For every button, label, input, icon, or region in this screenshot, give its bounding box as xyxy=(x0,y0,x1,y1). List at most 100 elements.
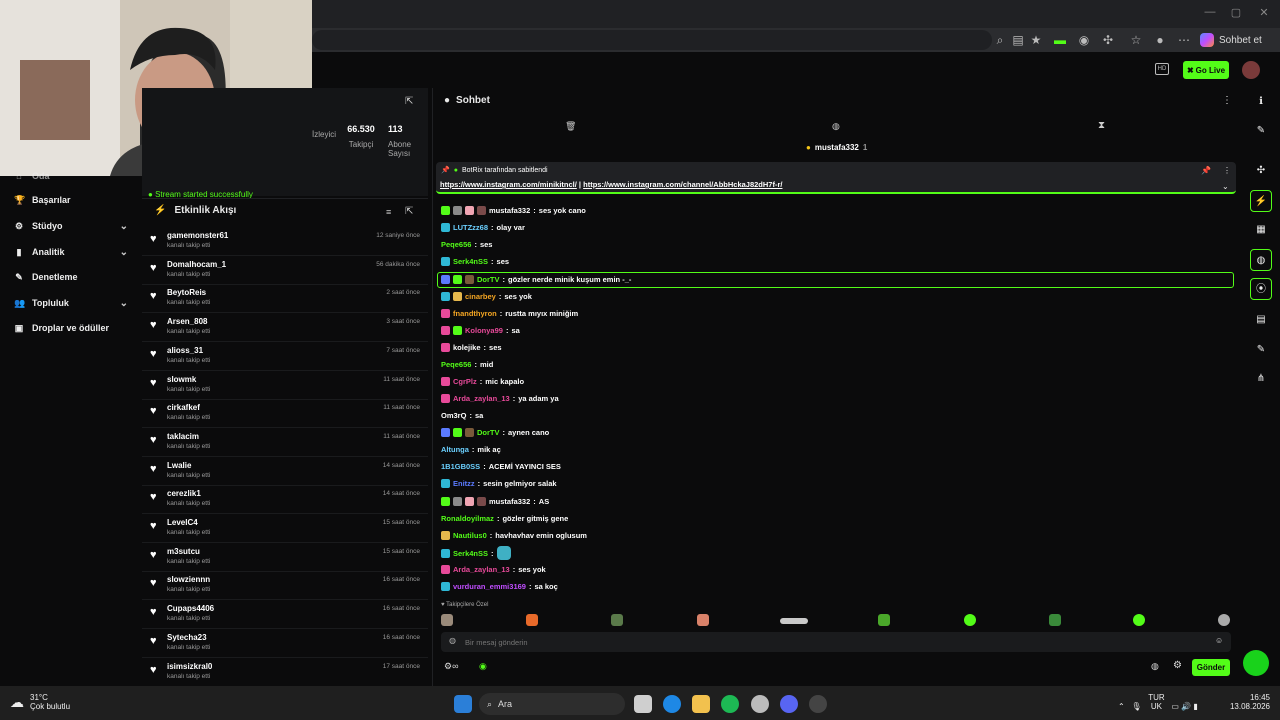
pin-icon[interactable]: 📌 xyxy=(1201,166,1211,175)
sidebar-item-achievements[interactable]: 🏆 Başarılar xyxy=(14,190,134,210)
wrench-icon[interactable]: ✎ xyxy=(1250,339,1272,361)
bolt-icon[interactable]: ⚡ xyxy=(1250,190,1272,212)
windows-start-icon[interactable] xyxy=(454,695,472,713)
chat-username[interactable]: Altunga xyxy=(441,445,469,454)
chat-message[interactable]: Serk4nSS: xyxy=(441,546,511,560)
pencil-icon[interactable]: ✎ xyxy=(1250,120,1272,142)
crosshair-icon[interactable]: ✣ xyxy=(1250,160,1272,182)
extensions-icon[interactable]: ✣ xyxy=(1100,32,1116,48)
chat-message[interactable]: Ronaldoyilmaz: gözler gitmiş gene xyxy=(441,511,568,525)
chat-username[interactable]: mustafa332 xyxy=(489,497,530,506)
note-icon[interactable]: ▦ xyxy=(1250,219,1272,241)
chat-message[interactable]: Serk4nSS: ses xyxy=(441,254,509,268)
chat-message[interactable]: mustafa332: ses yok cano xyxy=(441,203,586,217)
language-indicator[interactable]: TUR UK xyxy=(1148,693,1164,711)
chat-username[interactable]: DorTV xyxy=(477,428,500,437)
list-item[interactable]: ♥ gamemonster61 kanalı takip etti 12 saniye… xyxy=(142,227,428,256)
discord-icon[interactable] xyxy=(780,695,798,713)
list-item[interactable]: ♥ m3sutcu kanalı takip etti 15 saat önce xyxy=(142,543,428,572)
list-item[interactable]: ♥ slowziennn kanalı takip etti 16 saat önce xyxy=(142,571,428,601)
info-icon[interactable]: ℹ xyxy=(1250,91,1272,113)
list-item[interactable]: ♥ isimsizkral0 kanalı takip etti 17 saat ön… xyxy=(142,658,428,687)
chat-message[interactable]: Enitzz: sesin gelmiyor salak xyxy=(441,476,557,490)
share-icon[interactable]: ⋔ xyxy=(1250,368,1272,390)
pinned-link[interactable]: https://www.instagram.com/minikitncl/ xyxy=(440,180,577,189)
spotify-icon[interactable] xyxy=(721,695,739,713)
chat-username[interactable]: Serk4nSS xyxy=(453,549,488,558)
list-item[interactable]: ♥ Domalhocam_1 kanalı takip etti 56 dakika … xyxy=(142,256,428,285)
task-view-icon[interactable] xyxy=(634,695,652,713)
chat-message[interactable]: mustafa332: AS xyxy=(441,494,549,508)
more-icon[interactable]: ⋯ xyxy=(1176,32,1192,48)
emote[interactable] xyxy=(780,618,808,624)
emote[interactable] xyxy=(964,614,976,626)
sidebar-item-analytics[interactable]: ▮ Analitik ⌄ xyxy=(14,242,134,262)
minimize-icon[interactable]: — xyxy=(1200,6,1220,22)
broadcast-icon[interactable]: ⦿ xyxy=(1250,278,1272,300)
chat-bubble-icon[interactable]: ◍ xyxy=(1250,249,1272,271)
chat-username[interactable]: CgrPlz xyxy=(453,377,477,386)
star-icon[interactable]: ★ xyxy=(1028,32,1044,48)
chat-bubble-icon[interactable]: ◍ xyxy=(1151,661,1159,672)
list-item[interactable]: ♥ Arsen_808 kanalı takip etti 3 saat önce xyxy=(142,313,428,343)
copilot-button[interactable]: Sohbet et xyxy=(1200,31,1262,49)
gear-icon[interactable]: ⚙ xyxy=(1173,660,1182,671)
chat-username[interactable]: DorTV xyxy=(477,275,500,284)
kick-icon[interactable]: ◉ xyxy=(479,661,487,672)
chat-message[interactable]: Om3rQ: sa xyxy=(441,408,483,422)
chat-username[interactable]: mustafa332 xyxy=(489,206,530,215)
list-item[interactable]: ♥ alioss_31 kanalı takip etti 7 saat önce xyxy=(142,342,428,371)
extension-icon[interactable]: ▬ xyxy=(1052,32,1068,48)
avatar[interactable] xyxy=(1242,61,1260,79)
chat-username[interactable]: Om3rQ xyxy=(441,411,466,420)
settings-icon[interactable]: ⚙∞ xyxy=(444,661,458,672)
chat-message-input[interactable] xyxy=(465,635,1205,649)
chat-message[interactable]: CgrPlz: mic kapalo xyxy=(441,374,524,388)
filter-icon[interactable]: ≡ xyxy=(386,207,391,217)
emote[interactable] xyxy=(878,614,890,626)
hourglass-icon[interactable]: ⧗ xyxy=(1098,120,1105,131)
popout-icon[interactable]: ⇱ xyxy=(405,206,413,217)
chat-message[interactable]: fnandthyron: rustta mıyıx miniğim xyxy=(441,306,578,320)
clock[interactable]: 16:45 13.08.2026 xyxy=(1226,693,1270,711)
hd-icon[interactable]: HD xyxy=(1155,63,1169,75)
sidebar-item-studio[interactable]: ⚙ Stüdyo ⌄ xyxy=(14,216,134,236)
chat-username[interactable]: vurduran_emmi3169 xyxy=(453,582,526,591)
chat-username[interactable]: Nautilus0 xyxy=(453,531,487,540)
chat-bubble-icon[interactable]: ◍ xyxy=(832,121,840,132)
chat-message[interactable]: Arda_zaylan_13: ses yok xyxy=(441,562,546,576)
chat-username[interactable]: Serk4nSS xyxy=(453,257,488,266)
edge-icon[interactable] xyxy=(663,695,681,713)
chat-username[interactable]: Peqe656 xyxy=(441,360,471,369)
list-item[interactable]: ♥ LevelC4 kanalı takip etti 15 saat önce xyxy=(142,514,428,543)
close-icon[interactable]: ✕ xyxy=(1254,6,1274,22)
users-icon[interactable]: ▤ xyxy=(1250,309,1272,331)
sidebar-item-drops[interactable]: ▣ Droplar ve ödüller xyxy=(14,318,134,338)
emote[interactable] xyxy=(441,614,453,626)
sidebar-item-moderation[interactable]: ✎ Denetleme xyxy=(14,267,134,287)
chat-message[interactable]: DorTV: aynen cano xyxy=(441,425,549,439)
chat-username[interactable]: LUTZzz68 xyxy=(453,223,488,232)
list-item[interactable]: ♥ Cupaps4406 kanalı takip etti 16 saat önce xyxy=(142,600,428,630)
emote[interactable] xyxy=(526,614,538,626)
emote[interactable] xyxy=(1133,614,1145,626)
taskbar-search[interactable]: ⌕ Ara xyxy=(479,693,625,715)
chat-message[interactable]: DorTV: gözler nerde minik kuşum emin -_- xyxy=(441,272,631,286)
more-icon[interactable]: ⋮ xyxy=(1222,95,1232,106)
file-explorer-icon[interactable] xyxy=(692,695,710,713)
list-item[interactable]: ♥ BeytoReis kanalı takip etti 2 saat önce xyxy=(142,284,428,314)
chat-message[interactable]: Altunga: mik aç xyxy=(441,442,501,456)
chat-message[interactable]: Kolonya99: sa xyxy=(441,323,520,337)
obs-icon[interactable] xyxy=(809,695,827,713)
list-item[interactable]: ♥ cirkafkef kanalı takip etti 11 saat önce xyxy=(142,399,428,429)
popout-icon[interactable]: ⇱ xyxy=(405,96,413,107)
chat-message[interactable]: 1B1GB0SS: ACEMİ YAYINCI SES xyxy=(441,459,561,473)
trash-icon[interactable]: 🗑 xyxy=(565,121,576,132)
pinned-link[interactable]: https://www.instagram.com/channel/AbbHck… xyxy=(583,180,782,189)
chat-username[interactable]: Ronaldoyilmaz xyxy=(441,514,494,523)
emote[interactable] xyxy=(1218,614,1230,626)
emote[interactable] xyxy=(611,614,623,626)
weather-widget[interactable]: ☁ 31°C Çok bulutlu xyxy=(10,693,70,711)
chat-username[interactable]: Peqe656 xyxy=(441,240,471,249)
chevron-up-icon[interactable]: ⌃ xyxy=(1118,702,1125,711)
